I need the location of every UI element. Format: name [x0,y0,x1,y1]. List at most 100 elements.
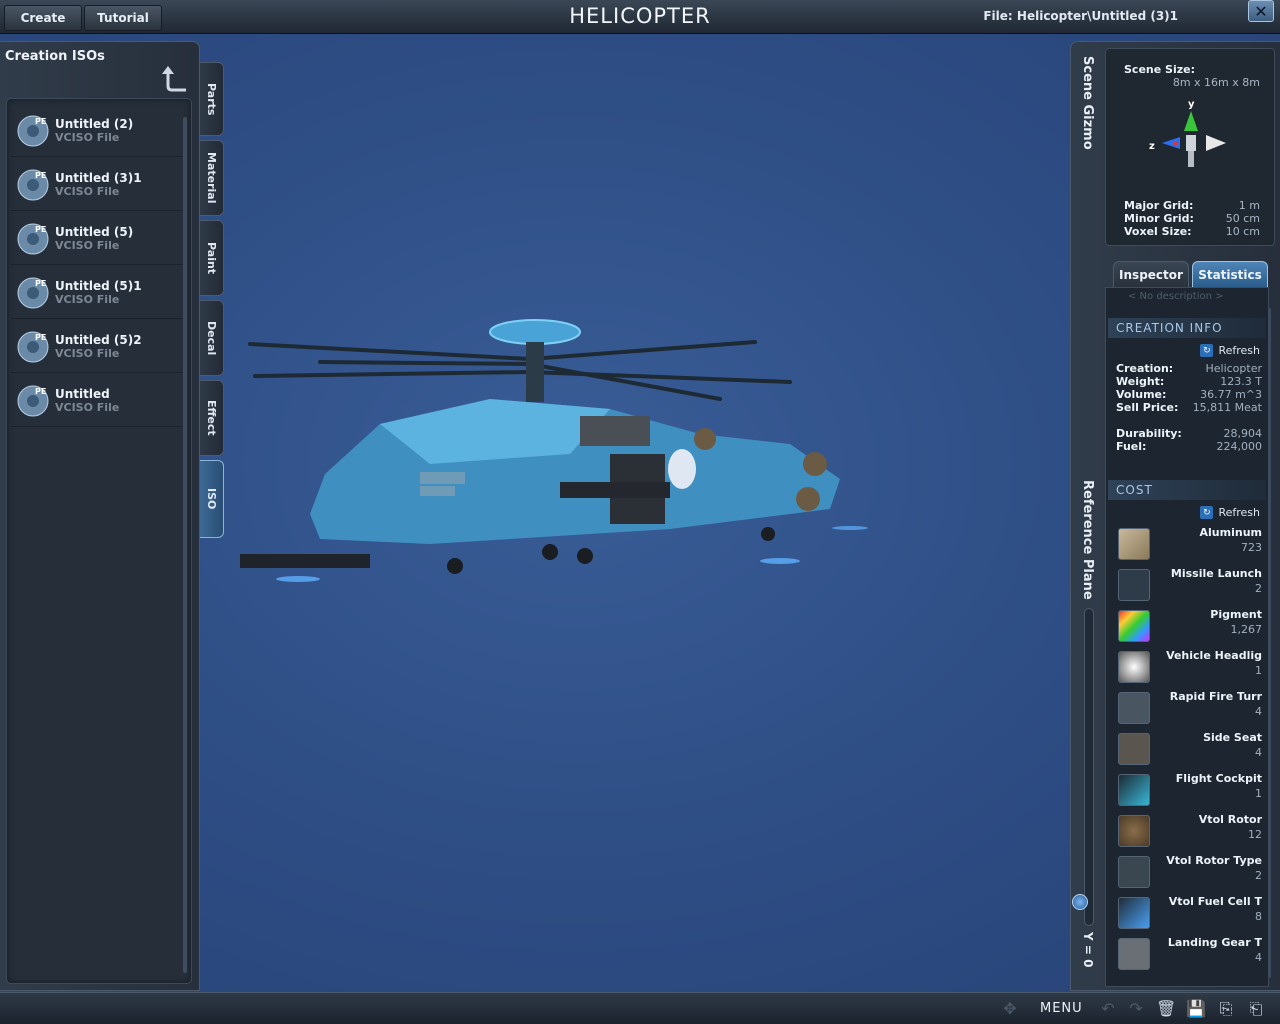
iso-name: Untitled (5)2 [55,333,142,347]
reference-plane-value: Y = 0 [1081,932,1095,968]
iso-file-icon: PE [17,169,49,201]
tutorial-button[interactable]: Tutorial [84,5,162,31]
list-item[interactable]: PE Untitled (2) VCISO File [11,105,183,157]
export-icon[interactable]: ⎗ [1246,999,1266,1019]
cost-item: Pigment 1,267 [1116,608,1262,646]
iso-type: VCISO File [55,239,120,252]
cost-name: Pigment [1210,608,1262,621]
landing-gear-icon [1118,938,1150,970]
scene-size-value: 8m x 16m x 8m [1172,76,1260,89]
cost-item: Landing Gear T 4 [1116,936,1262,974]
list-item[interactable]: PE Untitled (3)1 VCISO File [11,159,183,211]
reference-plane-slider[interactable] [1084,608,1094,926]
major-grid-value: 1 m [1238,199,1260,212]
iso-type: VCISO File [55,401,120,414]
iso-file-icon: PE [17,223,49,255]
axis-z-label: z [1149,141,1155,152]
volume-label: Volume: [1116,388,1167,401]
cost-name: Side Seat [1203,731,1262,744]
seat-icon [1118,733,1150,765]
iso-name: Untitled (2) [55,117,134,131]
move-icon[interactable]: ✥ [1000,999,1020,1019]
iso-name: Untitled (5) [55,225,134,239]
redo-icon[interactable]: ↷ [1126,999,1146,1019]
cost-item: Aluminum 723 [1116,526,1262,564]
helicopter-model[interactable] [230,304,880,594]
cost-item: Vtol Fuel Cell T 8 [1116,895,1262,933]
parent-folder-icon[interactable] [160,64,190,94]
list-scrollbar[interactable] [183,117,187,973]
tab-inspector[interactable]: Inspector [1113,261,1189,287]
tab-parts[interactable]: Parts [200,62,224,136]
iso-file-icon: PE [17,277,49,309]
pigment-icon [1118,610,1150,642]
volume-value: 36.77 m^3 [1200,388,1262,401]
iso-file-icon: PE [17,115,49,147]
file-path: Helicopter\Untitled (3)1 [1016,9,1178,23]
tab-paint[interactable]: Paint [200,220,224,296]
reference-plane-label: Reference Plane [1080,480,1095,600]
top-bar: Create Tutorial HELICOPTER File: Helicop… [0,0,1280,34]
tab-iso[interactable]: ISO [200,460,224,538]
cost-name: Vtol Rotor Type [1166,854,1262,867]
refresh-icon: ↻ [1200,506,1214,519]
tab-decal[interactable]: Decal [200,300,224,376]
file-indicator: File: Helicopter\Untitled (3)1 [983,9,1178,23]
panel-title: Creation ISOs [5,49,105,64]
cost-refresh-button[interactable]: ↻ Refresh [1200,506,1260,519]
scene-gizmo[interactable]: Scene Size: 8m x 16m x 8m y z Major Grid… [1105,48,1275,246]
cost-qty: 4 [1255,746,1262,759]
cost-name: Aluminum [1199,526,1262,539]
cost-qty: 1 [1255,664,1262,677]
tab-effect[interactable]: Effect [200,380,224,456]
cost-qty: 723 [1241,541,1262,554]
weight-value: 123.3 T [1220,375,1262,388]
iso-badge: PE [35,279,46,288]
cost-qty: 2 [1255,582,1262,595]
cost-item: Flight Cockpit 1 [1116,772,1262,810]
tab-statistics[interactable]: Statistics [1192,261,1268,287]
iso-type: VCISO File [55,347,120,360]
reference-plane-slider-handle[interactable] [1072,894,1088,910]
durability-label: Durability: [1116,427,1182,440]
list-item[interactable]: PE Untitled (5)1 VCISO File [11,267,183,319]
voxel-size-value: 10 cm [1225,225,1260,238]
scene-size-label: Scene Size: [1124,63,1195,76]
cost-qty: 1,267 [1230,623,1263,636]
save-as-icon[interactable]: ⎘ [1216,999,1236,1019]
iso-badge: PE [35,225,46,234]
file-label: File: [983,9,1013,23]
menu-button[interactable]: MENU [1040,1001,1083,1016]
list-item[interactable]: PE Untitled (5)2 VCISO File [11,321,183,373]
bottom-bar: ✥ MENU ↶ ↷ 🗑 💾 ⎘ ⎗ [0,992,1280,1024]
iso-file-list[interactable]: PE Untitled (2) VCISO File PE Untitled (… [6,98,192,984]
list-item[interactable]: PE Untitled (5) VCISO File [11,213,183,265]
sell-price-value: 15,811 Meat [1192,401,1262,414]
tab-material[interactable]: Material [200,140,224,216]
creation-refresh-button[interactable]: ↻ Refresh [1200,344,1260,357]
creation-info-header: CREATION INFO [1108,318,1266,338]
iso-name: Untitled (5)1 [55,279,142,293]
turret-icon [1118,692,1150,724]
cost-name: Landing Gear T [1167,936,1262,949]
statistics-panel: < No description > CREATION INFO ↻ Refre… [1105,287,1271,987]
close-button[interactable]: ✕ [1248,0,1274,22]
list-item[interactable]: PE Untitled VCISO File [11,375,183,427]
description-placeholder: < No description > [1128,291,1224,302]
cost-qty: 2 [1255,869,1262,882]
trash-icon[interactable]: 🗑 [1156,999,1176,1019]
axis-gizmo-icon[interactable]: y z [1146,97,1236,179]
save-icon[interactable]: 💾 [1186,999,1206,1019]
create-button[interactable]: Create [4,5,82,31]
cost-name: Flight Cockpit [1175,772,1262,785]
statistics-scrollbar[interactable] [1268,308,1271,978]
iso-type: VCISO File [55,131,120,144]
cockpit-icon [1118,774,1150,806]
cost-item: Vehicle Headlig 1 [1116,649,1262,687]
iso-badge: PE [35,117,46,126]
minor-grid-label: Minor Grid: [1124,212,1194,225]
cost-name: Vtol Rotor [1198,813,1262,826]
iso-name: Untitled (3)1 [55,171,142,185]
durability-value: 28,904 [1223,427,1263,440]
undo-icon[interactable]: ↶ [1098,999,1118,1019]
